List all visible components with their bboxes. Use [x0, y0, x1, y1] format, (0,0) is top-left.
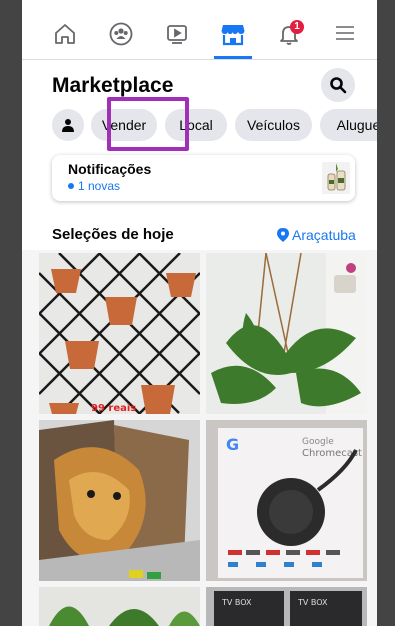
category-chips: Vender Local Veículos Aluguel: [52, 108, 377, 142]
nav-menu[interactable]: [328, 22, 362, 56]
search-icon: [330, 77, 347, 94]
unread-dot: [68, 183, 74, 189]
hamburger-menu-icon: [336, 26, 354, 40]
listing-photo-lion-art: [39, 420, 200, 581]
location-text: Araçatuba: [292, 227, 356, 243]
person-icon: [62, 119, 74, 132]
location-selector[interactable]: Araçatuba: [277, 227, 356, 243]
listing-lion-art-panels[interactable]: [39, 420, 200, 581]
listing-photo-hanging-fern: [206, 253, 367, 414]
notifications-count-text: 1 novas: [78, 179, 121, 193]
marketplace-shop-icon: [221, 25, 245, 46]
page-title: Marketplace: [52, 74, 174, 97]
nav-notifications[interactable]: 1: [272, 20, 306, 56]
planters-price-overlay: 99 reais: [91, 403, 136, 414]
chip-veiculos[interactable]: Veículos: [235, 109, 312, 141]
box-brand-text: Google: [302, 437, 334, 447]
google-g-logo: G: [226, 435, 239, 454]
search-button[interactable]: [321, 68, 355, 102]
listing-plants-bottom[interactable]: [39, 587, 200, 626]
listing-hanging-fern[interactable]: [206, 253, 367, 414]
listing-wall-planters[interactable]: 99 reais: [39, 253, 200, 414]
listing-photo-tv-box: TV BOX TV BOX: [206, 587, 367, 626]
marketplace-header: Marketplace Vender Local Veículos Alugue…: [22, 60, 377, 250]
app-frame: 1 Marketplace Vender Local Veículos Alug…: [0, 0, 395, 626]
video-play-icon: [167, 25, 187, 44]
chip-aluguel[interactable]: Aluguel: [320, 109, 377, 141]
section-title: Seleções de hoje: [52, 226, 174, 243]
vender-highlight-box: [107, 97, 189, 151]
home-icon: [55, 24, 75, 44]
notification-product-thumbnail: [322, 162, 350, 194]
facebook-marketplace-screen: 1 Marketplace Vender Local Veículos Alug…: [22, 0, 377, 626]
top-navigation-bar: 1: [22, 0, 377, 60]
listing-google-chromecast[interactable]: G Google Chromecast: [206, 420, 367, 581]
notification-badge: 1: [290, 20, 304, 34]
notifications-card[interactable]: Notificações 1 novas: [52, 155, 355, 201]
listing-photo-chromecast-box: G Google Chromecast: [206, 420, 367, 581]
notifications-count: 1 novas: [68, 179, 120, 193]
nav-watch[interactable]: [160, 22, 194, 56]
nav-home[interactable]: [48, 22, 82, 56]
nav-groups[interactable]: [104, 22, 138, 56]
nav-marketplace[interactable]: [214, 22, 252, 59]
tvbox-label-left: TV BOX: [221, 598, 252, 607]
profile-chip[interactable]: [52, 109, 84, 141]
groups-icon: [109, 22, 133, 46]
location-pin-icon: [277, 228, 289, 242]
listing-photo-wall-planters: 99 reais: [39, 253, 200, 414]
notifications-title: Notificações: [68, 161, 152, 177]
listing-tv-box[interactable]: TV BOX TV BOX: [206, 587, 367, 626]
listing-photo-plants: [39, 587, 200, 626]
tvbox-label-right: TV BOX: [297, 598, 328, 607]
